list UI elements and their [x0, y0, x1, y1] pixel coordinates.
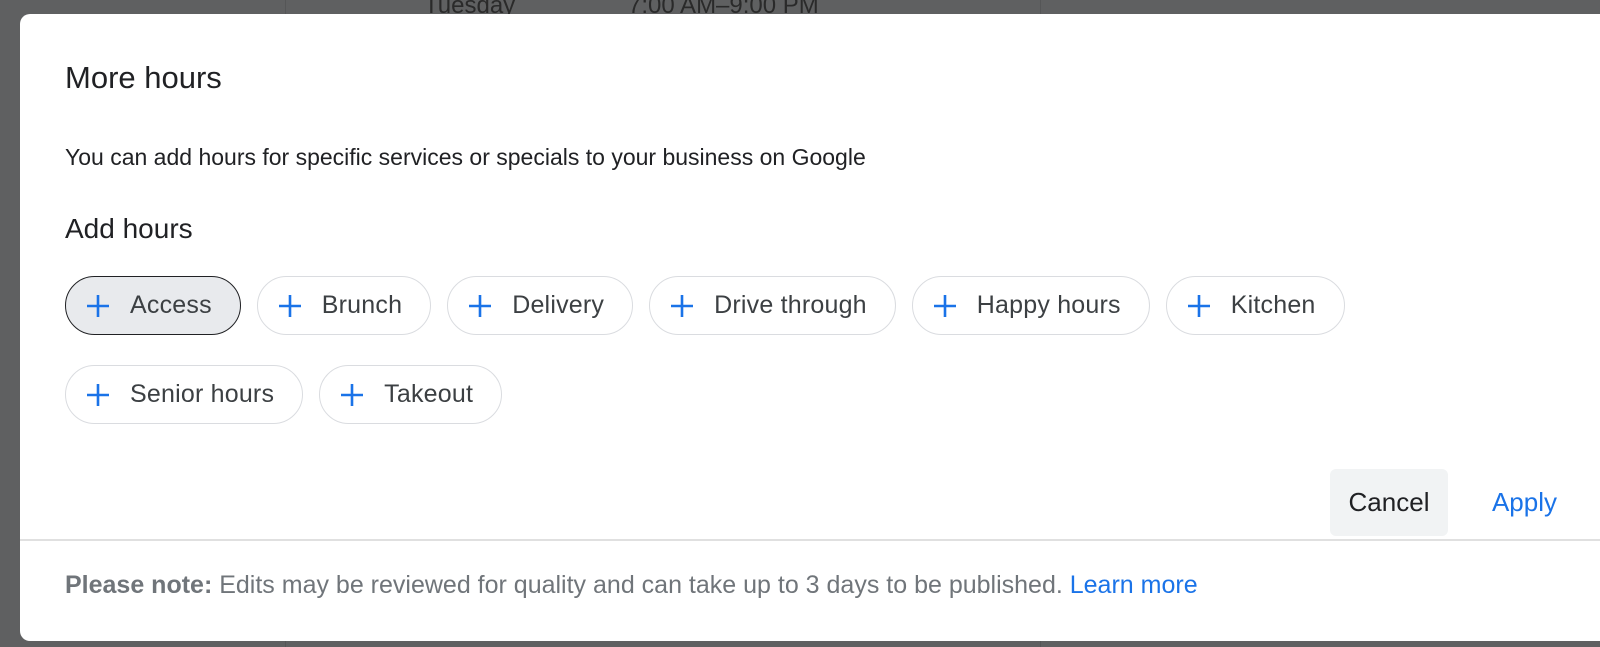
plus-icon: [668, 292, 696, 320]
plus-icon: [338, 381, 366, 409]
plus-icon: [1185, 292, 1213, 320]
plus-icon: [276, 292, 304, 320]
footer-divider: [20, 539, 1600, 541]
learn-more-link[interactable]: Learn more: [1070, 571, 1198, 599]
plus-icon: [84, 292, 112, 320]
chip-access[interactable]: Access: [65, 276, 241, 335]
chip-drive-through[interactable]: Drive through: [649, 276, 896, 335]
chip-label: Kitchen: [1230, 291, 1316, 319]
dialog-description: You can add hours for specific services …: [65, 144, 866, 170]
chip-label: Senior hours: [130, 380, 275, 408]
chip-label: Happy hours: [976, 291, 1121, 319]
plus-icon: [466, 292, 494, 320]
chip-kitchen[interactable]: Kitchen: [1165, 276, 1345, 335]
chip-label: Delivery: [512, 291, 605, 319]
chip-brunch[interactable]: Brunch: [256, 276, 432, 335]
plus-icon: [931, 292, 959, 320]
add-hours-heading: Add hours: [65, 213, 193, 244]
chip-takeout[interactable]: Takeout: [319, 365, 503, 424]
chip-happy-hours[interactable]: Happy hours: [911, 276, 1150, 335]
chip-senior-hours[interactable]: Senior hours: [65, 365, 304, 424]
note-text: Edits may be reviewed for quality and ca…: [212, 571, 1070, 599]
chip-label: Takeout: [384, 380, 474, 408]
chip-delivery[interactable]: Delivery: [447, 276, 634, 335]
publish-note: Please note: Edits may be reviewed for q…: [65, 571, 1198, 600]
more-hours-dialog: More hours You can add hours for specifi…: [20, 14, 1600, 641]
chip-label: Access: [130, 291, 212, 319]
hours-chip-list: Access Brunch Delivery Drive through Hap…: [65, 276, 1465, 424]
note-prefix: Please note:: [65, 571, 213, 599]
dialog-title: More hours: [65, 60, 222, 95]
cancel-button[interactable]: Cancel: [1330, 469, 1448, 536]
plus-icon: [84, 381, 112, 409]
chip-label: Brunch: [321, 291, 403, 319]
chip-label: Drive through: [714, 291, 867, 319]
apply-button[interactable]: Apply: [1472, 469, 1577, 536]
